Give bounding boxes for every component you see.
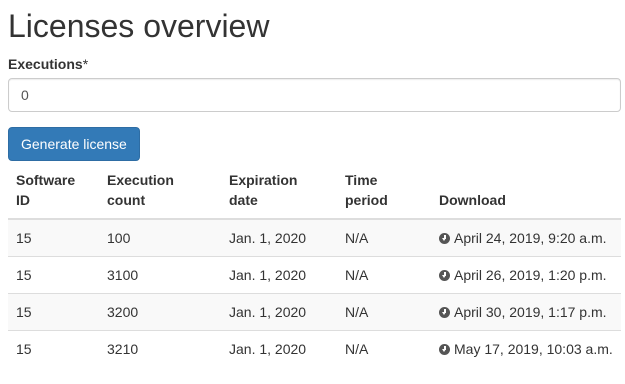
- header-expiration-date: Expiration date: [221, 165, 337, 220]
- executions-input[interactable]: [8, 78, 621, 112]
- cell-time-period: N/A: [337, 256, 431, 294]
- cell-time-period: N/A: [337, 218, 431, 257]
- cell-expiration-date: Jan. 1, 2020: [221, 218, 337, 257]
- header-software-id: Software ID: [8, 165, 99, 220]
- table-row: 15 100 Jan. 1, 2020 N/A April 24, 2019, …: [8, 218, 621, 257]
- cell-expiration-date: Jan. 1, 2020: [221, 256, 337, 294]
- cell-software-id: 15: [8, 330, 99, 367]
- download-icon[interactable]: [439, 307, 450, 318]
- cell-download: April 24, 2019, 9:20 a.m.: [431, 218, 621, 257]
- table-header-row: Software ID Execution count Expiration d…: [8, 165, 621, 220]
- table-row: 15 3100 Jan. 1, 2020 N/A April 26, 2019,…: [8, 256, 621, 294]
- download-link[interactable]: May 17, 2019, 10:03 a.m.: [454, 341, 613, 357]
- cell-download: April 26, 2019, 1:20 p.m.: [431, 256, 621, 294]
- table-row: 15 3200 Jan. 1, 2020 N/A April 30, 2019,…: [8, 293, 621, 331]
- cell-download: April 30, 2019, 1:17 p.m.: [431, 293, 621, 331]
- cell-time-period: N/A: [337, 293, 431, 331]
- required-marker: *: [82, 56, 89, 72]
- licenses-table: Software ID Execution count Expiration d…: [8, 165, 621, 367]
- cell-expiration-date: Jan. 1, 2020: [221, 330, 337, 367]
- generate-license-button[interactable]: Generate license: [8, 127, 140, 161]
- cell-software-id: 15: [8, 293, 99, 331]
- cell-software-id: 15: [8, 218, 99, 257]
- download-icon[interactable]: [439, 270, 450, 281]
- download-icon[interactable]: [439, 344, 450, 355]
- executions-label: Executions*: [8, 55, 88, 73]
- cell-execution-count: 100: [99, 218, 221, 257]
- download-icon[interactable]: [439, 233, 450, 244]
- table-row: 15 3210 Jan. 1, 2020 N/A May 17, 2019, 1…: [8, 330, 621, 367]
- header-download: Download: [431, 165, 621, 220]
- download-link[interactable]: April 24, 2019, 9:20 a.m.: [454, 230, 607, 246]
- download-link[interactable]: April 30, 2019, 1:17 p.m.: [454, 304, 607, 320]
- cell-execution-count: 3100: [99, 256, 221, 294]
- header-time-period: Time period: [337, 165, 431, 220]
- cell-time-period: N/A: [337, 330, 431, 367]
- cell-execution-count: 3210: [99, 330, 221, 367]
- cell-software-id: 15: [8, 256, 99, 294]
- download-link[interactable]: April 26, 2019, 1:20 p.m.: [454, 267, 607, 283]
- executions-label-text: Executions: [8, 56, 83, 72]
- cell-expiration-date: Jan. 1, 2020: [221, 293, 337, 331]
- cell-download: May 17, 2019, 10:03 a.m.: [431, 330, 621, 367]
- page-title: Licenses overview: [8, 8, 270, 44]
- cell-execution-count: 3200: [99, 293, 221, 331]
- header-execution-count: Execution count: [99, 165, 221, 220]
